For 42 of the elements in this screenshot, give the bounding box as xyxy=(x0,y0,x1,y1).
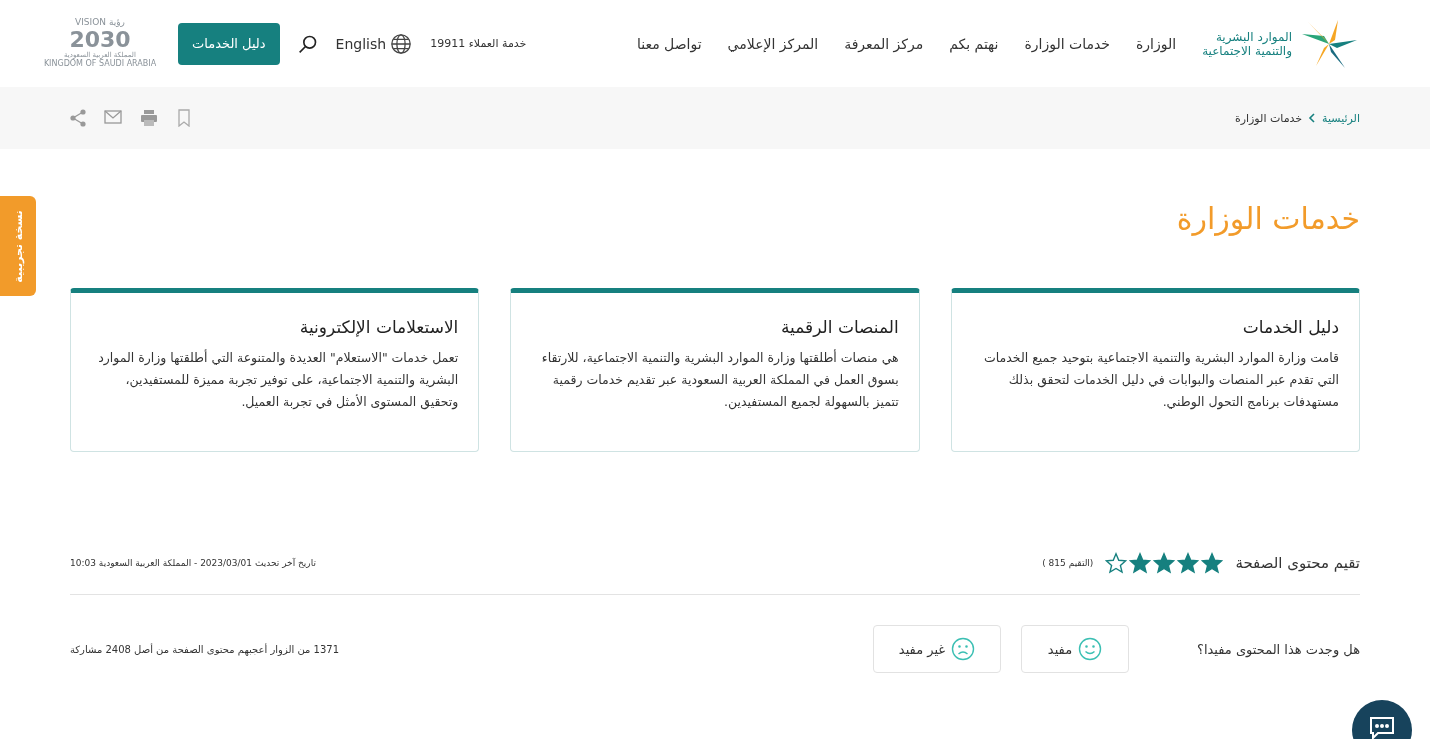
language-link[interactable]: English xyxy=(335,32,413,55)
mail-icon[interactable] xyxy=(104,109,122,125)
nav-link[interactable]: الوزارة xyxy=(1136,35,1177,52)
service-card[interactable]: دليل الخدمات قامت وزارة الموارد البشرية والتنمية الاجتماعية بتوحيد جميع الخدمات التي تقدم عبر المنصات والبوابات في دليل الخدمات لتحقق بذلك مستهدفات برنامج التحول الوطني. xyxy=(950,288,1360,452)
search-icon[interactable] xyxy=(297,33,318,54)
rating-count: (التقيم 815 ) xyxy=(1042,558,1094,568)
logo-text: والتنمية الاجتماعية xyxy=(1202,43,1292,58)
nav-link[interactable]: خدمات الوزارة xyxy=(1024,35,1110,52)
nav-link[interactable]: المركز الإعلامي xyxy=(727,35,819,52)
filled-star-icon[interactable] xyxy=(1177,552,1200,574)
card-description: تعمل خدمات "الاستعلام" العديدة والمتنوعة التي أطلقتها وزارة الموارد البشرية والتنمية الاجتماعية، على توفير تجربة مميزة للمستفيدين، وتحقيق المستوى الأمثل في تجربة العميل. xyxy=(97,348,459,412)
service-card[interactable]: الاستعلامات الإلكترونية تعمل خدمات "الاستعلام" العديدة والمتنوعة التي أطلقتها وزارة الموارد البشرية والتنمية الاجتماعية، على توفير تجربة مميزة للمستفيدين، وتحقيق المستوى الأمثل في تجربة العميل. xyxy=(70,288,480,452)
filled-star-icon[interactable] xyxy=(1201,552,1224,574)
nav-link[interactable]: نهتم بكم xyxy=(949,35,999,52)
useful-button[interactable]: مفيد xyxy=(1021,625,1129,673)
services-guide-button[interactable]: دليل الخدمات xyxy=(178,22,280,65)
print-icon[interactable] xyxy=(140,109,158,127)
card-title: المنصات الرقمية xyxy=(780,317,899,337)
sad-face-icon xyxy=(951,637,976,661)
vision-year: 2030 xyxy=(69,28,131,53)
service-card[interactable]: المنصات الرقمية هي منصات أطلقتها وزارة الموارد البشرية والتنمية الاجتماعية، للارتقاء بسوق العمل في المملكة العربية السعودية عبر تقديم خدمات رقمية تتميز بالسهولة لجميع المستفيدين. xyxy=(510,288,920,452)
rating-label: تقيم محتوى الصفحة xyxy=(1235,554,1360,572)
vision-text: KINGDOM OF SAUDI ARABIA xyxy=(43,60,157,69)
share-icon[interactable] xyxy=(70,109,86,127)
breadcrumb-link[interactable]: الرئيسية xyxy=(1322,111,1360,125)
chat-icon xyxy=(1368,716,1396,739)
nav-link[interactable]: مركز المعرفة xyxy=(844,35,924,52)
card-title: الاستعلامات الإلكترونية xyxy=(298,317,459,337)
card-description: قامت وزارة الموارد البشرية والتنمية الاجتماعية بتوحيد جميع الخدمات التي تقدم عبر المنصات والبوابات في دليل الخدمات لتحقق بذلك مستهدفات برنامج التحول الوطني. xyxy=(983,349,1339,412)
card-title: دليل الخدمات xyxy=(1241,317,1339,337)
filled-star-icon[interactable] xyxy=(1153,552,1176,574)
nav-link[interactable]: تواصل معنا xyxy=(636,35,702,52)
feedback-summary: 1371 من الزوار أعجبهم محتوى الصفحة من أصل 2408 مشاركة xyxy=(70,643,340,655)
logo-text: الموارد البشرية xyxy=(1214,29,1292,44)
feedback-question: هل وجدت هذا المحتوى مفيدا؟ xyxy=(1197,641,1360,657)
not-useful-button[interactable]: غير مفيد xyxy=(873,625,1001,673)
filled-star-icon[interactable] xyxy=(1129,552,1152,574)
card-description: هي منصات أطلقتها وزارة الموارد البشرية والتنمية الاجتماعية، للارتقاء بسوق العمل في المملكة العربية السعودية عبر تقديم خدمات رقمية تتميز بالسهولة لجميع المستفيدين. xyxy=(540,348,899,412)
page-title: خدمات الوزارة xyxy=(1175,201,1360,236)
breadcrumb-link[interactable]: خدمات الوزارة xyxy=(1234,111,1303,125)
smiley-icon xyxy=(1078,637,1103,661)
globe-icon xyxy=(390,32,413,55)
